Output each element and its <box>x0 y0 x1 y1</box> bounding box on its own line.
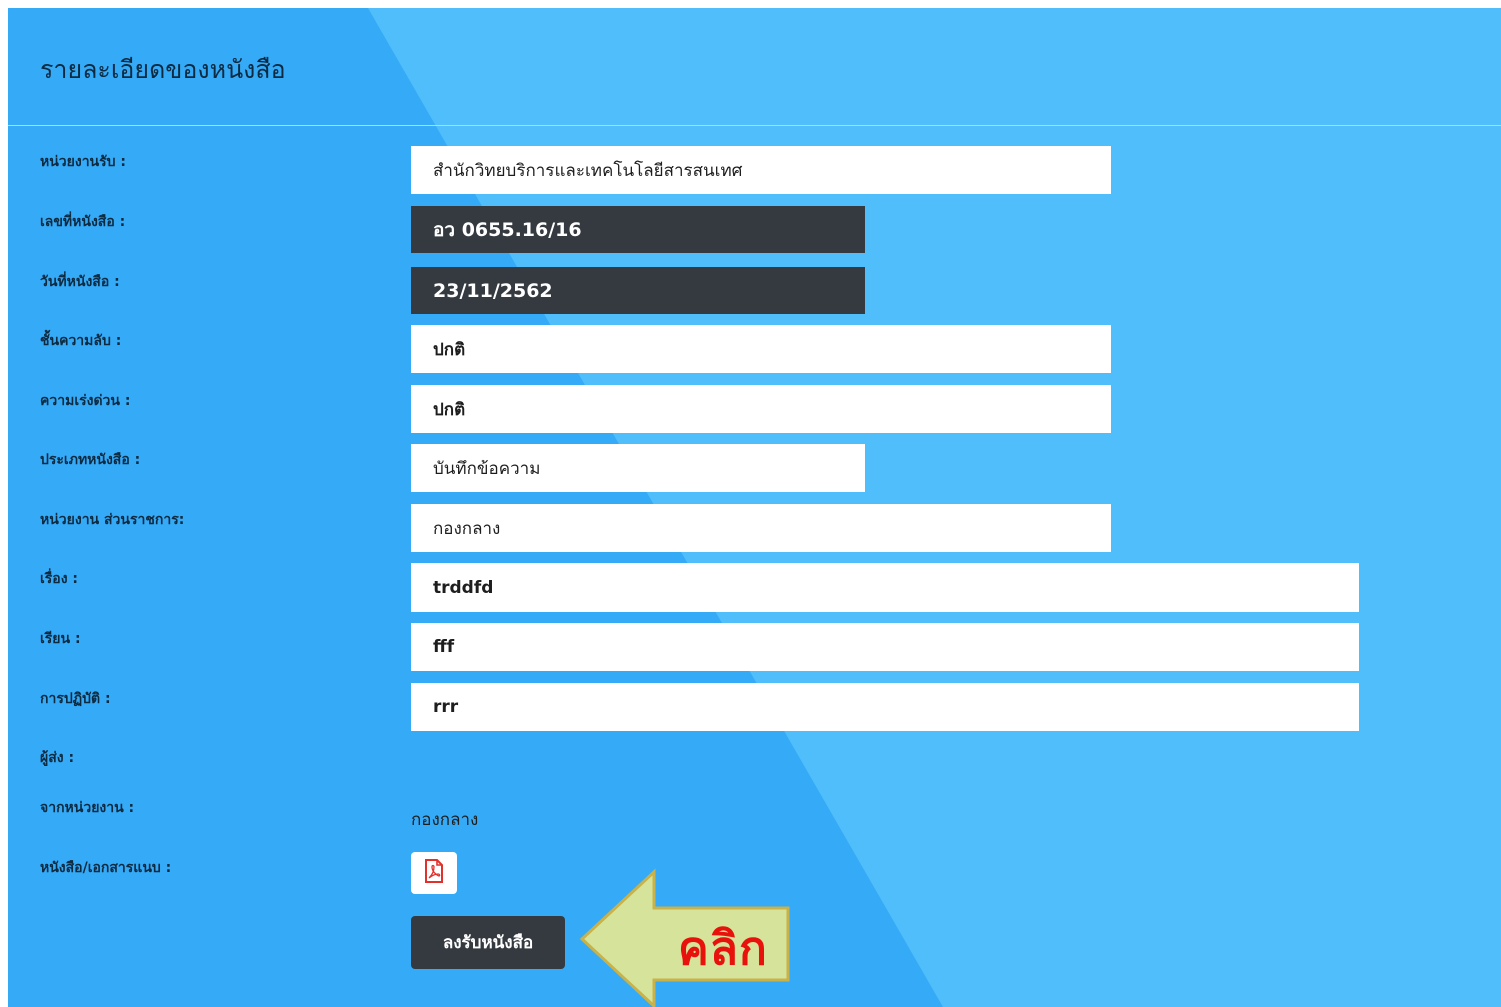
attachment-button[interactable] <box>411 852 457 894</box>
label-document-date: วันที่หนังสือ : <box>40 274 120 290</box>
label-document-type: ประเภทหนังสือ : <box>40 452 141 468</box>
receive-document-button[interactable]: ลงรับหนังสือ <box>411 916 565 969</box>
click-callout-text: คลิก <box>678 921 768 975</box>
click-callout: คลิก <box>574 864 790 1007</box>
action-field[interactable]: rrr <box>411 683 1359 731</box>
urgency-field[interactable]: ปกติ <box>411 385 1111 433</box>
panel-header: รายละเอียดของหนังสือ <box>8 8 1501 126</box>
pdf-file-icon <box>423 859 445 887</box>
confidentiality-field[interactable]: ปกติ <box>411 325 1111 373</box>
label-subject: เรื่อง : <box>40 571 79 587</box>
label-department: หน่วยงาน ส่วนราชการ: <box>40 512 185 528</box>
label-document-number: เลขที่หนังสือ : <box>40 214 126 230</box>
subject-field[interactable]: trddfd <box>411 563 1359 612</box>
label-action: การปฏิบัติ : <box>40 691 111 707</box>
label-urgency: ความเร่งด่วน : <box>40 393 131 409</box>
label-sender: ผู้ส่ง : <box>40 750 75 766</box>
document-details-panel: รายละเอียดของหนังสือ หน่วยงานรับ : สำนัก… <box>8 8 1501 1007</box>
label-to: เรียน : <box>40 631 81 647</box>
from-unit-value: กองกลาง <box>411 810 479 830</box>
label-from-unit: จากหน่วยงาน : <box>40 800 135 816</box>
label-attachment: หนังสือ/เอกสารแนบ : <box>40 860 172 876</box>
department-field[interactable]: กองกลาง <box>411 504 1111 552</box>
document-type-field[interactable]: บันทึกข้อความ <box>411 444 865 492</box>
label-confidentiality: ชั้นความลับ : <box>40 333 122 349</box>
page-title: รายละเอียดของหนังสือ <box>40 55 286 84</box>
document-number-field[interactable]: อว 0655.16/16 <box>411 206 865 253</box>
label-receiving-unit: หน่วยงานรับ : <box>40 154 127 170</box>
receiving-unit-field[interactable]: สำนักวิทยบริการและเทคโนโลยีสารสนเทศ <box>411 146 1111 194</box>
to-field[interactable]: fff <box>411 623 1359 671</box>
document-date-field[interactable]: 23/11/2562 <box>411 267 865 314</box>
